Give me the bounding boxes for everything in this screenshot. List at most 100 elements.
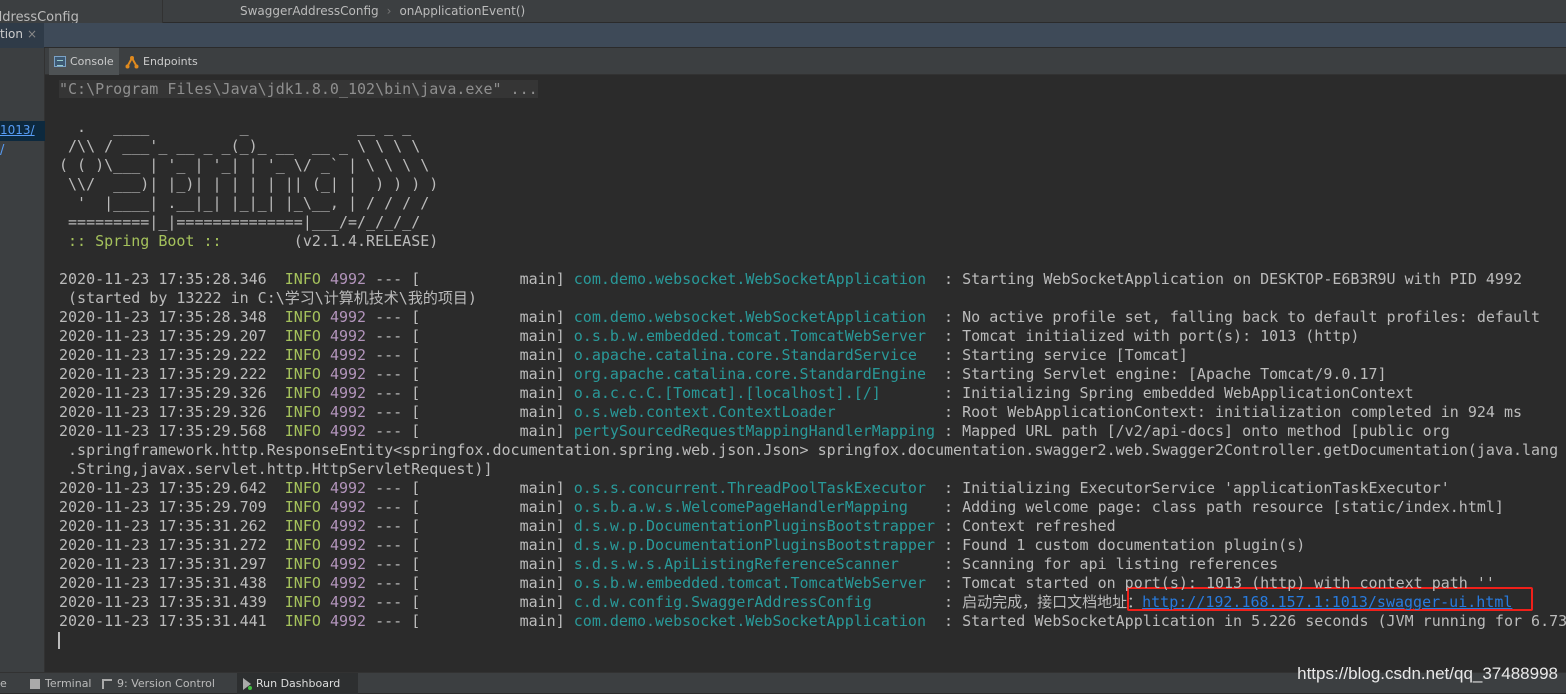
log-logger: o.s.web.context.ContextLoader <box>573 403 836 421</box>
log-timestamp: 2020-11-23 17:35:31.439 <box>59 593 267 611</box>
log-message: Starting service [Tomcat] <box>962 346 1188 364</box>
log-timestamp: 2020-11-23 17:35:31.297 <box>59 555 267 573</box>
tool-terminal[interactable]: Terminal <box>24 673 98 694</box>
log-pid: 4992 <box>329 422 367 440</box>
log-timestamp: 2020-11-23 17:35:31.272 <box>59 536 267 554</box>
banner-text: /\\ / ___'_ __ _ _(_)_ __ __ _ \ \ \ \ <box>59 137 421 155</box>
log-logger: o.apache.catalina.core.StandardService <box>573 346 917 364</box>
tab-label: Console <box>70 55 114 68</box>
log-logger: com.demo.websocket.WebSocketApplication <box>573 270 926 288</box>
log-logger: c.d.w.config.SwaggerAddressConfig <box>573 593 872 611</box>
log-timestamp: 2020-11-23 17:35:31.262 <box>59 517 267 535</box>
log-thread: main <box>519 384 556 402</box>
log-pid: 4992 <box>329 612 367 630</box>
log-timestamp: 2020-11-23 17:35:29.642 <box>59 479 267 497</box>
log-thread: main <box>519 270 556 288</box>
log-line: 2020-11-23 17:35:29.642 INFO 4992 --- [ … <box>59 479 1450 497</box>
log-thread: main <box>519 536 556 554</box>
log-logger: s.d.s.w.s.ApiListingReferenceScanner <box>573 555 899 573</box>
log-timestamp: 2020-11-23 17:35:29.207 <box>59 327 267 345</box>
tool-run-dashboard[interactable]: Run Dashboard <box>237 673 358 694</box>
log-message: (started by 13222 in C:\学习\计算机技术\我的项目) <box>59 289 477 307</box>
tree-item-link[interactable]: 1013/ <box>0 123 35 137</box>
run-tab-row: tion × <box>0 23 1566 48</box>
log-logger: d.s.w.p.DocumentationPluginsBootstrapper <box>573 536 936 554</box>
log-message: Initializing ExecutorService 'applicatio… <box>962 479 1450 497</box>
log-pid: 4992 <box>329 270 367 288</box>
breadcrumb-method[interactable]: onApplicationEvent() <box>399 4 525 18</box>
tab-console[interactable]: Console <box>49 48 119 75</box>
log-logger: com.demo.websocket.WebSocketApplication <box>573 612 926 630</box>
log-line: 2020-11-23 17:35:31.438 INFO 4992 --- [ … <box>59 574 1495 592</box>
banner-line: ( ( )\___ | '_ | '_| | '_ \/ _` | \ \ \ … <box>59 156 429 175</box>
tab-endpoints[interactable]: Endpoints <box>120 48 203 75</box>
log-logger: o.s.s.concurrent.ThreadPoolTaskExecutor <box>573 479 926 497</box>
log-message: Started WebSocketApplication in 5.226 se… <box>962 612 1566 630</box>
log-logger: o.s.b.w.embedded.tomcat.TomcatWebServer <box>573 327 926 345</box>
run-config-tab[interactable]: tion × <box>0 23 44 48</box>
log-timestamp: 2020-11-23 17:35:29.326 <box>59 384 267 402</box>
console-output[interactable]: "C:\Program Files\Java\jdk1.8.0_102\bin\… <box>45 75 1566 672</box>
log-pid: 4992 <box>329 384 367 402</box>
banner-text: ( ( )\___ | '_ | '_| | '_ \/ _` | \ \ \ … <box>59 156 430 174</box>
log-message: Initializing Spring embedded WebApplicat… <box>962 384 1414 402</box>
log-line: 2020-11-23 17:35:31.272 INFO 4992 --- [ … <box>59 536 1306 554</box>
boot-version: (v2.1.4.RELEASE) <box>230 232 439 250</box>
log-line: 2020-11-23 17:35:29.222 INFO 4992 --- [ … <box>59 365 1387 383</box>
log-line: 2020-11-23 17:35:29.326 INFO 4992 --- [ … <box>59 403 1523 421</box>
banner-line: /\\ / ___'_ __ _ _(_)_ __ __ _ \ \ \ \ <box>59 137 420 156</box>
log-thread: main <box>519 365 556 383</box>
close-icon[interactable]: × <box>27 27 37 41</box>
run-dashboard-tree: 1013/ / <box>0 48 45 680</box>
log-message: Scanning for api listing references <box>962 555 1279 573</box>
log-pid: 4992 <box>329 403 367 421</box>
log-pid: 4992 <box>329 593 367 611</box>
log-timestamp: 2020-11-23 17:35:29.326 <box>59 403 267 421</box>
log-level: INFO <box>284 479 321 497</box>
log-thread: main <box>519 308 556 326</box>
log-level: INFO <box>284 517 321 535</box>
tree-item-link[interactable]: / <box>0 143 4 158</box>
log-level: INFO <box>284 574 321 592</box>
log-pid: 4992 <box>329 536 367 554</box>
log-thread: main <box>519 574 556 592</box>
log-line: 2020-11-23 17:35:28.346 INFO 4992 --- [ … <box>59 270 1523 288</box>
breadcrumb-separator: › <box>386 4 392 18</box>
tool-fragment[interactable]: e <box>0 673 13 694</box>
log-level: INFO <box>284 384 321 402</box>
log-timestamp: 2020-11-23 17:35:29.222 <box>59 346 267 364</box>
log-level: INFO <box>284 403 321 421</box>
log-logger: o.s.b.w.embedded.tomcat.TomcatWebServer <box>573 574 926 592</box>
log-thread: main <box>519 327 556 345</box>
log-line: 2020-11-23 17:35:29.207 INFO 4992 --- [ … <box>59 327 1360 345</box>
tool-label: Terminal <box>45 677 92 690</box>
log-logger: com.demo.websocket.WebSocketApplication <box>573 308 926 326</box>
log-timestamp: 2020-11-23 17:35:31.438 <box>59 574 267 592</box>
log-line: 2020-11-23 17:35:28.348 INFO 4992 --- [ … <box>59 308 1541 326</box>
log-level: INFO <box>284 555 321 573</box>
log-timestamp: 2020-11-23 17:35:28.346 <box>59 270 267 288</box>
banner-text: ' |____| .__|_| |_|_| |_\__, | / / / / <box>59 194 430 212</box>
log-message: Tomcat started on port(s): 1013 (http) w… <box>962 574 1495 592</box>
log-timestamp: 2020-11-23 17:35:31.441 <box>59 612 267 630</box>
tool-label: e <box>0 677 7 690</box>
editor-tab-fragment[interactable]: ddressConfig <box>0 0 163 23</box>
log-logger: d.s.w.p.DocumentationPluginsBootstrapper <box>573 517 936 535</box>
log-level: INFO <box>284 327 321 345</box>
log-level: INFO <box>284 308 321 326</box>
log-thread: main <box>519 593 556 611</box>
tree-item-selected[interactable]: 1013/ <box>0 121 45 141</box>
breadcrumb-class[interactable]: SwaggerAddressConfig <box>240 4 379 18</box>
editor-breadcrumb-bar: ddressConfig SwaggerAddressConfig › onAppl… <box>0 0 1566 23</box>
log-message: Mapped URL path [/v2/api-docs] onto meth… <box>962 422 1450 440</box>
log-pid: 4992 <box>329 346 367 364</box>
swagger-ui-link[interactable]: http://192.168.157.1:1013/swagger-ui.htm… <box>1142 593 1512 611</box>
log-level: INFO <box>284 612 321 630</box>
log-level: INFO <box>284 498 321 516</box>
tool-label: Run Dashboard <box>256 677 341 690</box>
log-timestamp: 2020-11-23 17:35:29.568 <box>59 422 267 440</box>
log-pid: 4992 <box>329 479 367 497</box>
banner-text: \\/ ___)| |_)| | | | | || (_| | ) ) ) ) <box>59 175 439 193</box>
tool-version-control[interactable]: 9: Version Control <box>96 673 221 694</box>
log-message: .springframework.http.ResponseEntity<spr… <box>59 441 1559 459</box>
